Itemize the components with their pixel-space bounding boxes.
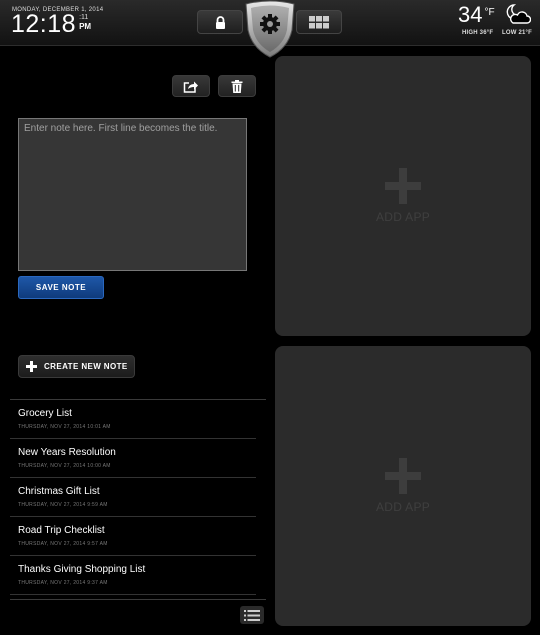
high-temperature: HIGH 36°F bbox=[462, 30, 494, 36]
clock-time: 12:18 bbox=[11, 10, 77, 38]
temperature-unit: °F bbox=[484, 7, 495, 18]
list-view-button[interactable] bbox=[240, 606, 264, 624]
delete-button[interactable] bbox=[218, 75, 256, 97]
create-new-note-button[interactable]: CREATE NEW NOTE bbox=[18, 355, 135, 378]
note-timestamp: THURSDAY, NOV 27, 2014 10:01 AM bbox=[18, 424, 111, 430]
note-textarea[interactable] bbox=[18, 118, 247, 271]
plus-icon bbox=[385, 168, 421, 204]
note-list-item[interactable]: Grocery List THURSDAY, NOV 27, 2014 10:0… bbox=[10, 400, 256, 439]
create-new-note-label: CREATE NEW NOTE bbox=[44, 362, 128, 371]
note-list-item[interactable]: Road Trip Checklist THURSDAY, NOV 27, 20… bbox=[10, 517, 256, 556]
note-title: Thanks Giving Shopping List bbox=[18, 564, 146, 575]
note-list-item[interactable]: Christmas Gift List THURSDAY, NOV 27, 20… bbox=[10, 478, 256, 517]
share-button[interactable] bbox=[172, 75, 210, 97]
add-app-panel[interactable]: ADD APP bbox=[275, 346, 531, 626]
note-title: Road Trip Checklist bbox=[18, 525, 105, 536]
share-icon bbox=[183, 81, 198, 93]
gear-icon bbox=[245, 0, 295, 58]
note-title: Christmas Gift List bbox=[18, 486, 100, 497]
add-app-label: ADD APP bbox=[375, 210, 431, 224]
note-list-item[interactable]: New Years Resolution THURSDAY, NOV 27, 2… bbox=[10, 439, 256, 478]
note-title: New Years Resolution bbox=[18, 447, 116, 458]
plus-icon bbox=[385, 458, 421, 494]
temperature: 34 °F bbox=[458, 3, 495, 27]
top-bar: MONDAY, DECEMBER 1, 2014 12:18 :11 PM 34… bbox=[0, 0, 540, 58]
low-temperature: LOW 21°F bbox=[502, 30, 533, 36]
divider bbox=[10, 599, 266, 600]
note-timestamp: THURSDAY, NOV 27, 2014 9:59 AM bbox=[18, 502, 108, 508]
lock-icon bbox=[215, 15, 225, 29]
add-app-label: ADD APP bbox=[375, 500, 431, 514]
list-icon bbox=[244, 609, 260, 621]
grid-icon bbox=[309, 15, 329, 28]
partly-cloudy-night-icon bbox=[505, 3, 532, 30]
note-timestamp: THURSDAY, NOV 27, 2014 9:37 AM bbox=[18, 580, 108, 586]
note-title: Grocery List bbox=[18, 408, 72, 419]
apps-grid-button[interactable] bbox=[296, 10, 342, 34]
save-note-button[interactable]: SAVE NOTE bbox=[18, 276, 104, 299]
settings-button[interactable] bbox=[244, 0, 296, 58]
clock: 12:18 :11 PM bbox=[11, 11, 91, 37]
clock-ampm: PM bbox=[79, 22, 92, 31]
note-timestamp: THURSDAY, NOV 27, 2014 9:57 AM bbox=[18, 541, 108, 547]
clock-seconds: :11 bbox=[79, 14, 89, 21]
temperature-value: 34 bbox=[458, 2, 483, 27]
lock-button[interactable] bbox=[197, 10, 243, 34]
trash-icon bbox=[231, 79, 243, 93]
note-list-item[interactable]: Thanks Giving Shopping List THURSDAY, NO… bbox=[10, 556, 256, 595]
plus-icon bbox=[26, 361, 37, 372]
note-timestamp: THURSDAY, NOV 27, 2014 10:00 AM bbox=[18, 463, 111, 469]
add-app-panel[interactable]: ADD APP bbox=[275, 56, 531, 336]
notes-list: Grocery List THURSDAY, NOV 27, 2014 10:0… bbox=[10, 400, 256, 595]
